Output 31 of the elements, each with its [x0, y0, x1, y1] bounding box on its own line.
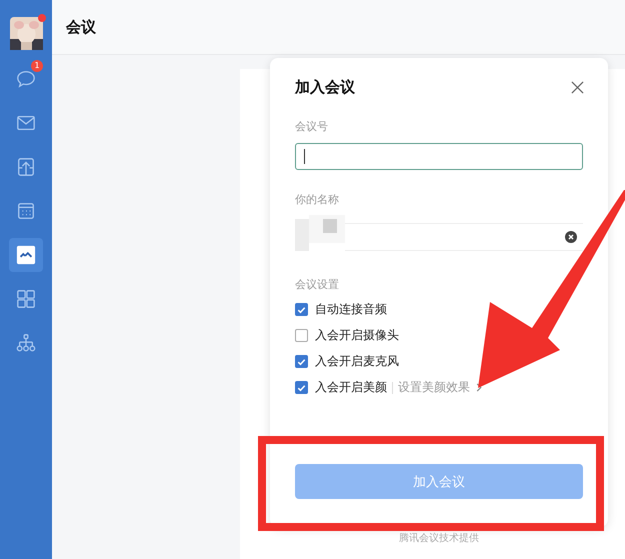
sidebar-item[interactable]: 1	[9, 62, 43, 96]
option-label: 自动连接音频	[315, 301, 387, 318]
page-title: 会议	[66, 18, 96, 36]
settings-link[interactable]: 设置美颜效果	[398, 379, 470, 396]
checkbox[interactable]	[295, 355, 308, 368]
meeting-id-field[interactable]	[295, 143, 583, 170]
redacted-value-drawing	[295, 215, 345, 251]
option-label: 入会开启麦克风	[315, 353, 399, 370]
checkbox[interactable]	[295, 303, 308, 316]
grid-icon	[16, 289, 36, 309]
clear-icon[interactable]	[565, 231, 577, 243]
dialog-title: 加入会议	[295, 78, 355, 97]
close-icon[interactable]	[571, 81, 584, 94]
footer-text: 腾讯会议技术提供	[399, 532, 479, 545]
field-label: 会议号	[295, 119, 328, 134]
name-field[interactable]	[345, 223, 583, 251]
org-chart-icon	[16, 333, 36, 353]
meeting-icon	[16, 245, 36, 265]
calendar-icon	[16, 201, 36, 221]
chevron-icon[interactable]	[476, 383, 482, 392]
section-label: 会议设置	[295, 277, 339, 292]
option-label: 入会开启摄像头	[315, 327, 399, 344]
envelope-icon	[16, 113, 36, 133]
sidebar-item[interactable]	[9, 238, 43, 272]
checkbox[interactable]	[295, 381, 308, 394]
chat-icon	[16, 69, 36, 89]
checkbox[interactable]	[295, 329, 308, 342]
unread-badge: 1	[31, 60, 43, 72]
document-icon	[16, 157, 36, 177]
field-label: 你的名称	[295, 192, 339, 207]
option-label: 入会开启美颜	[315, 379, 387, 396]
